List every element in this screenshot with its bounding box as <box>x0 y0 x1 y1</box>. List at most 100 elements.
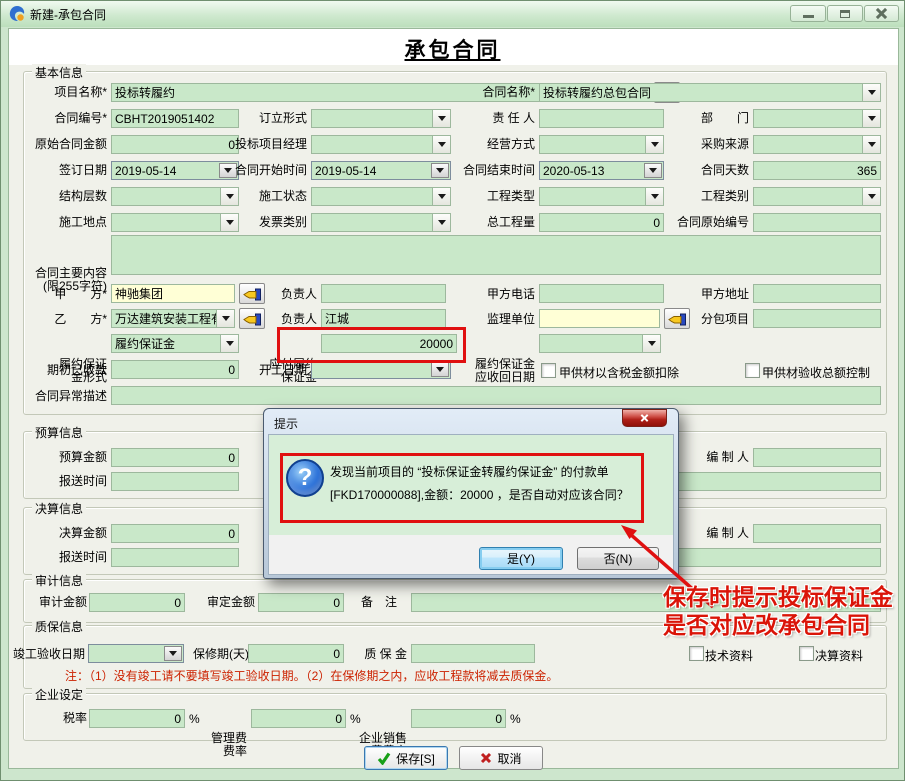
audit-amount-field[interactable]: 0 <box>89 593 185 612</box>
checkbox-tax-deduct[interactable] <box>541 363 556 378</box>
deposit-form-combo[interactable]: 履约保证金 <box>111 334 239 353</box>
contract-days-field[interactable]: 365 <box>753 161 881 180</box>
chevron-down-icon[interactable] <box>220 335 238 352</box>
initial-received-field[interactable]: 0 <box>111 360 239 379</box>
party-a-manager-field[interactable] <box>321 284 446 303</box>
mgmt-fee-field[interactable]: 0 <box>251 709 346 728</box>
end-date-picker[interactable]: 2020-05-13 <box>539 161 664 180</box>
party-a-address-field[interactable] <box>753 284 881 303</box>
app-logo-icon <box>8 5 26 23</box>
annotation-caption-line1: 保存时提示投标保证金 <box>663 583 893 611</box>
sign-date-picker[interactable]: 2019-05-14 <box>111 161 239 180</box>
responsible-label: 责 任 人 <box>459 112 535 125</box>
acceptance-date-picker[interactable] <box>88 644 184 663</box>
project-name-label: 项目名称* <box>25 86 107 99</box>
invoice-type-combo[interactable] <box>311 213 451 232</box>
dialog-close-button[interactable] <box>622 409 667 427</box>
annotation-caption-line2: 是否对应改承包合同 <box>663 611 870 639</box>
bid-manager-combo[interactable] <box>311 135 451 154</box>
original-no-label: 合同原始编号 <box>673 216 749 229</box>
tax-rate-field[interactable]: 0 <box>89 709 185 728</box>
contract-name-label: 合同名称* <box>459 86 535 99</box>
original-no-field[interactable] <box>753 213 881 232</box>
project-category-combo[interactable] <box>753 187 881 206</box>
form-type-combo[interactable] <box>311 109 451 128</box>
budget-amount-label: 预算金额 <box>25 451 107 464</box>
final-compiler-field[interactable] <box>753 524 881 543</box>
sales-fee-field[interactable]: 0 <box>411 709 506 728</box>
checkbox-tech-docs-label: 技术资料 <box>705 647 753 664</box>
subcontract-field[interactable] <box>753 309 881 328</box>
budget-compiler-label: 编 制 人 <box>673 451 749 464</box>
floors-combo[interactable] <box>111 187 239 206</box>
total-quantity-field[interactable]: 0 <box>539 213 664 232</box>
bid-manager-label: 投标项目经理 <box>231 138 307 151</box>
original-amount-field[interactable]: 0 <box>111 135 239 154</box>
responsible-field[interactable] <box>539 109 664 128</box>
chevron-down-icon[interactable] <box>164 646 182 661</box>
dialog-no-button[interactable]: 否(N) <box>577 547 659 570</box>
party-a-phone-field[interactable] <box>539 284 664 303</box>
abnormal-desc-field[interactable] <box>111 386 881 405</box>
chevron-down-icon[interactable] <box>645 188 663 205</box>
location-combo[interactable] <box>111 213 239 232</box>
checkbox-tech-docs[interactable] <box>689 646 704 661</box>
dialog-yes-button[interactable]: 是(Y) <box>479 547 563 570</box>
deposit-return-date-combo[interactable] <box>539 334 661 353</box>
close-button[interactable] <box>864 5 899 22</box>
abnormal-desc-label: 合同异常描述 <box>25 390 107 403</box>
chevron-down-icon[interactable] <box>431 163 449 178</box>
annotation-box-deposit <box>277 327 466 363</box>
chevron-down-icon[interactable] <box>432 110 450 127</box>
start-date-picker[interactable]: 2019-05-14 <box>311 161 451 180</box>
cancel-button[interactable]: 取消 <box>459 746 543 770</box>
final-submit-field[interactable] <box>111 548 239 567</box>
party-b-combo[interactable]: 万达建筑安装工程有 <box>111 309 235 328</box>
checkbox-acceptance-control[interactable] <box>745 363 760 378</box>
party-a-field[interactable]: 神驰集团 <box>111 284 235 303</box>
commence-date-label: 开工日期 <box>231 364 307 377</box>
original-amount-label: 原始合同金额 <box>25 138 107 151</box>
group-enterprise-label: 企业设定 <box>32 686 86 703</box>
project-type-combo[interactable] <box>539 187 664 206</box>
total-quantity-label: 总工程量 <box>459 216 535 229</box>
chevron-down-icon[interactable] <box>432 136 450 153</box>
business-mode-label: 经营方式 <box>459 138 535 151</box>
chevron-down-icon[interactable] <box>862 136 880 153</box>
approved-amount-field[interactable]: 0 <box>258 593 344 612</box>
form-type-label: 订立形式 <box>231 112 307 125</box>
business-mode-combo[interactable] <box>539 135 664 154</box>
chevron-down-icon[interactable] <box>644 163 662 178</box>
budget-amount-field[interactable]: 0 <box>111 448 239 467</box>
chevron-down-icon[interactable] <box>862 110 880 127</box>
chevron-down-icon[interactable] <box>431 362 449 377</box>
save-button[interactable]: 保存[S] <box>364 746 448 770</box>
checkbox-settle-docs[interactable] <box>799 646 814 661</box>
budget-submit-field[interactable] <box>111 472 239 491</box>
chevron-down-icon[interactable] <box>642 335 660 352</box>
maximize-button[interactable] <box>827 5 863 22</box>
final-amount-field[interactable]: 0 <box>111 524 239 543</box>
start-date-label: 合同开始时间 <box>231 164 307 177</box>
chevron-down-icon[interactable] <box>216 310 234 327</box>
chevron-down-icon[interactable] <box>862 188 880 205</box>
main-content-textarea[interactable] <box>111 235 881 275</box>
minimize-button[interactable] <box>790 5 826 22</box>
construction-status-combo[interactable] <box>311 187 451 206</box>
supervisor-field[interactable] <box>539 309 660 328</box>
purchase-source-combo[interactable] <box>753 135 881 154</box>
warranty-days-field[interactable]: 0 <box>248 644 344 663</box>
checkbox-acceptance-control-label: 甲供材验收总额控制 <box>762 364 870 381</box>
chevron-down-icon[interactable] <box>645 136 663 153</box>
party-b-manager-field[interactable]: 江城 <box>321 309 446 328</box>
project-type-label: 工程类型 <box>459 190 535 203</box>
prompt-dialog: 提示 ? 发现当前项目的 “投标保证金转履约保证金” 的付款单 [FKD1700… <box>263 408 679 579</box>
contract-no-field[interactable]: CBHT2019051402 <box>111 109 239 128</box>
department-combo[interactable] <box>753 109 881 128</box>
contract-name-combo[interactable]: 投标转履约总包合同 <box>539 83 881 102</box>
warranty-money-field[interactable] <box>411 644 535 663</box>
chevron-down-icon[interactable] <box>432 188 450 205</box>
chevron-down-icon[interactable] <box>432 214 450 231</box>
budget-compiler-field[interactable] <box>753 448 881 467</box>
chevron-down-icon[interactable] <box>862 84 880 101</box>
